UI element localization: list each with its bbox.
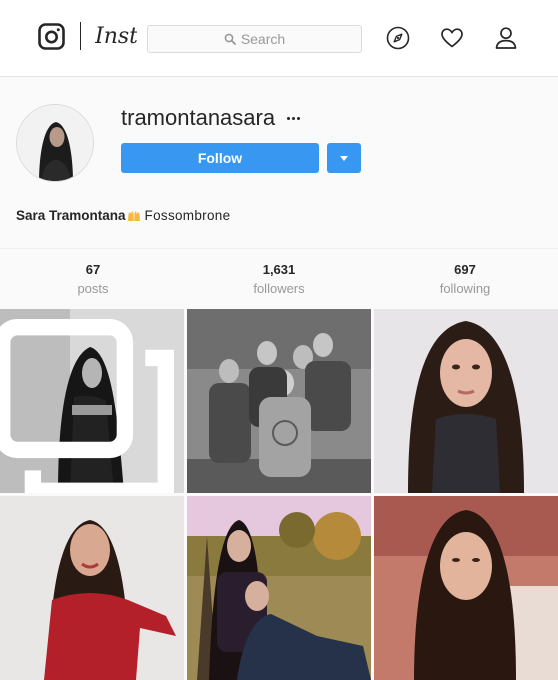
search-placeholder: Search	[240, 31, 286, 47]
multiple-photos-icon	[0, 319, 174, 493]
avatar-photo	[17, 105, 93, 181]
logo-divider	[80, 22, 81, 50]
search-input[interactable]: Search	[147, 25, 362, 53]
post-thumbnail[interactable]	[0, 496, 184, 680]
profile-stats: 67 posts 1,631 followers 697 following	[0, 250, 558, 308]
post-photo	[187, 496, 371, 680]
post-thumbnail[interactable]	[0, 309, 184, 493]
chevron-down-icon	[340, 155, 348, 161]
stat-value: 1,631	[262, 262, 296, 277]
compass-icon[interactable]	[386, 26, 410, 50]
stat-label: posts	[77, 281, 109, 296]
post-thumbnail[interactable]	[187, 309, 371, 493]
more-options-icon[interactable]	[283, 107, 303, 129]
post-photo	[374, 496, 558, 680]
top-navigation-bar: Instagram Search	[0, 0, 558, 77]
instagram-logo-icon[interactable]	[38, 23, 65, 50]
follow-button[interactable]: Follow	[121, 143, 319, 173]
raised-hands-emoji-icon	[127, 211, 140, 221]
profile-bio: Sara Tramontana Fossombrone	[16, 208, 230, 224]
stat-value: 697	[454, 262, 476, 277]
profile-full-name: Sara Tramontana	[16, 208, 126, 223]
post-thumbnail[interactable]	[374, 309, 558, 493]
search-icon	[224, 33, 236, 45]
profile-icon[interactable]	[494, 26, 518, 50]
profile-location: Fossombrone	[144, 208, 231, 223]
suggestions-dropdown-button[interactable]	[327, 143, 361, 173]
stat-label: following	[439, 281, 491, 296]
profile-username: tramontanasara	[121, 105, 276, 130]
post-thumbnail[interactable]	[187, 496, 371, 680]
profile-header: tramontanasara Follow Sara Tramontana Fo…	[0, 77, 558, 249]
post-photo	[187, 309, 371, 493]
stat-posts: 67 posts	[0, 250, 186, 308]
instagram-wordmark[interactable]: Instagram	[95, 22, 137, 52]
post-photo	[374, 309, 558, 493]
stat-followers[interactable]: 1,631 followers	[186, 250, 372, 308]
post-photo	[0, 496, 184, 680]
avatar[interactable]	[16, 104, 94, 182]
stat-following[interactable]: 697 following	[372, 250, 558, 308]
stat-value: 67	[85, 262, 101, 277]
heart-icon[interactable]	[440, 26, 464, 50]
stat-label: followers	[253, 281, 305, 296]
post-thumbnail[interactable]	[374, 496, 558, 680]
